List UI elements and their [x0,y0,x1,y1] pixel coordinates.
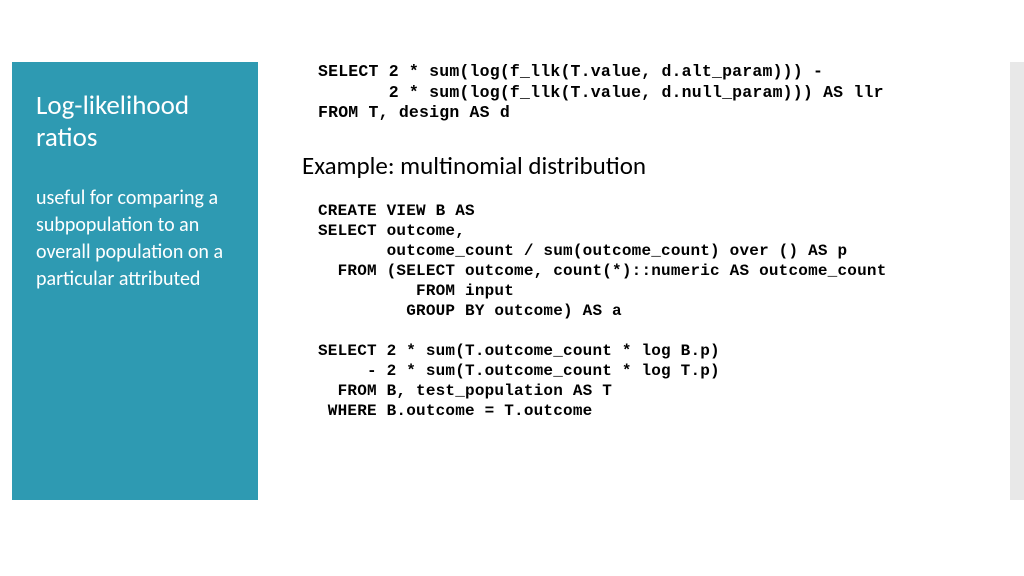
sidebar-subtitle: useful for comparing a subpopulation to … [36,185,234,293]
main-content: SELECT 2 * sum(log(f_llk(T.value, d.alt_… [300,62,984,421]
sidebar-panel: Log-likelihood ratios useful for compari… [12,62,258,500]
code-block-top: SELECT 2 * sum(log(f_llk(T.value, d.alt_… [318,62,984,124]
sidebar-title: Log-likelihood ratios [36,90,234,155]
right-strip [1010,62,1024,500]
example-heading: Example: multinomial distribution [302,150,984,181]
code-block-bottom: CREATE VIEW B AS SELECT outcome, outcome… [318,201,984,421]
